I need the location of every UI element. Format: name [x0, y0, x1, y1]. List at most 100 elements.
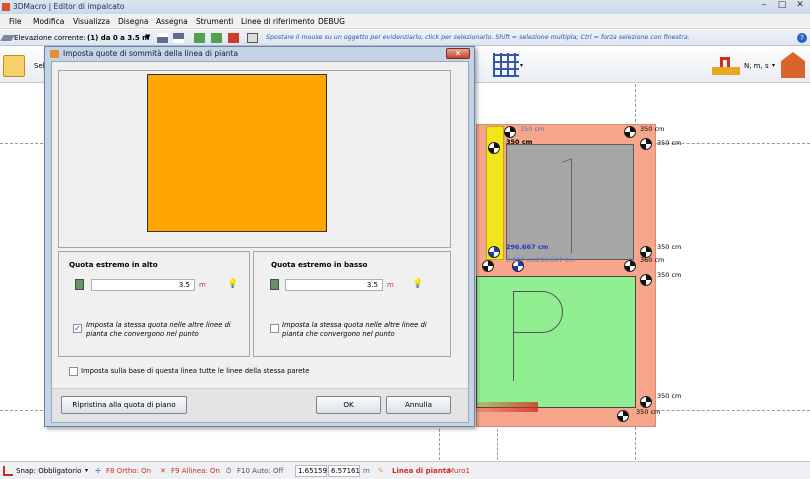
add-level-icon[interactable] — [194, 33, 205, 43]
node-marker[interactable] — [624, 260, 636, 272]
menu-debug[interactable]: DEBUG — [318, 17, 345, 26]
coord-unit: m — [363, 467, 370, 475]
dimension-label: 350 cm — [640, 125, 665, 133]
align-toggle[interactable]: F9 Allinea: On — [171, 467, 220, 475]
select-tool-icon[interactable] — [3, 55, 25, 77]
chevron-down-icon[interactable]: ▼ — [145, 33, 150, 41]
preview-panel — [58, 70, 451, 248]
elevation-select[interactable]: (1) da 0 a 3.5 m — [87, 34, 149, 42]
window-titlebar: 3DMacro | Editor di impalcato ‒ □ ✕ — [0, 0, 810, 14]
bottom-quota-unit: m — [387, 281, 394, 289]
level-up-icon[interactable] — [157, 33, 168, 43]
snap-dropdown-icon[interactable]: ▾ — [85, 467, 88, 474]
direction-arrow — [476, 402, 538, 412]
bottom-same-quota-label: Imposta la stessa quota nelle altre line… — [282, 321, 427, 338]
ok-button[interactable]: OK — [316, 396, 381, 414]
dialog-title: Imposta quote di sommità della linea di … — [63, 49, 239, 58]
insert-level-icon[interactable] — [211, 33, 222, 43]
status-bar: Snap: Obbligatorio ▾ ✛ F8 Ortho: On ✕ F9… — [0, 461, 810, 479]
minimize-button[interactable]: ‒ — [758, 0, 770, 10]
base-all-lines-checkbox[interactable] — [69, 367, 78, 376]
top-quota-title: Quota estremo in alto — [69, 260, 158, 269]
dialog-body: Quota estremo in alto 3.5 m 💡 ✓ Imposta … — [51, 61, 469, 423]
top-same-quota-checkbox[interactable]: ✓ — [73, 324, 82, 333]
grid-icon[interactable] — [493, 53, 519, 77]
menu-modifica[interactable]: Modifica — [33, 17, 64, 26]
level-down-icon[interactable] — [173, 33, 184, 43]
bottom-quota-input[interactable]: 3.5 — [285, 279, 383, 291]
mode-icon: ✎ — [378, 467, 384, 475]
reference-line — [497, 424, 498, 460]
lightbulb-icon[interactable]: 💡 — [227, 279, 238, 289]
dimension-label-selected: 296.667 cm — [536, 256, 575, 264]
menu-file[interactable]: File — [9, 17, 22, 26]
top-quota-panel: Quota estremo in alto 3.5 m 💡 ✓ Imposta … — [58, 251, 250, 357]
lightbulb-icon[interactable]: 💡 — [412, 279, 423, 289]
delete-level-icon[interactable] — [228, 33, 239, 43]
coord-y: 6.57161 — [328, 465, 360, 477]
level-table-icon[interactable] — [247, 33, 258, 43]
maximize-button[interactable]: □ — [776, 0, 788, 10]
dimension-label-bold: 350 cm — [506, 138, 533, 146]
menu-linee-riferimento[interactable]: Linee di riferimento — [241, 17, 315, 26]
node-marker[interactable] — [640, 138, 652, 150]
node-marker[interactable] — [488, 142, 500, 154]
menu-visualizza[interactable]: Visualizza — [73, 17, 110, 26]
close-button[interactable]: ✕ — [794, 0, 806, 10]
dialog-icon — [50, 50, 59, 58]
units-icon[interactable] — [712, 57, 740, 75]
dimension-label: 360 cm — [640, 256, 665, 264]
current-element: Muro1 — [448, 467, 470, 475]
base-all-lines-label: Imposta sulla base di questa linea tutte… — [81, 367, 310, 375]
node-marker[interactable] — [624, 126, 636, 138]
dimension-label: 350 cm — [657, 271, 682, 279]
dialog-close-button[interactable]: ✕ — [446, 48, 470, 59]
status-hint: Spostare il mouse su un oggetto per evid… — [266, 34, 690, 41]
dimension-label: 350 cm — [520, 125, 545, 133]
reset-quota-button[interactable]: Ripristina alla quota di piano — [61, 396, 187, 414]
dimension-label: 350 cm — [657, 243, 682, 251]
cancel-button[interactable]: Annulla — [386, 396, 451, 414]
node-marker[interactable] — [617, 410, 629, 422]
window-title: 3DMacro | Editor di impalcato — [13, 2, 125, 11]
dimension-label: 350 cm — [636, 408, 661, 416]
calculator-icon[interactable] — [75, 279, 84, 290]
units-label[interactable]: N, m, s — [744, 62, 769, 70]
bottom-same-quota-checkbox[interactable] — [270, 324, 279, 333]
coord-x: 1.65159 — [295, 465, 327, 477]
node-marker-selected[interactable] — [488, 246, 500, 258]
dimension-label: 350 cm — [657, 392, 682, 400]
app-icon — [2, 3, 10, 11]
auto-toggle[interactable]: F10 Auto: Off — [237, 467, 283, 475]
dialog-window: Imposta quote di sommità della linea di … — [44, 46, 475, 427]
dimension-label: 350 cm — [657, 139, 682, 147]
top-quota-unit: m — [199, 281, 206, 289]
elevation-label: Elevazione corrente: — [14, 34, 86, 42]
grid-dropdown-icon[interactable]: ▾ — [520, 62, 523, 69]
plane-icon — [0, 35, 15, 41]
help-icon[interactable]: ? — [797, 33, 807, 43]
dimension-label-selected: 296.667 cm — [506, 243, 549, 251]
room-green[interactable] — [476, 276, 636, 408]
bottom-quota-panel: Quota estremo in basso 3.5 m 💡 Imposta l… — [253, 251, 451, 357]
current-mode: Linea di pianta — [392, 467, 451, 475]
line-preview — [147, 74, 327, 232]
building-icon[interactable] — [781, 52, 805, 78]
menu-assegna[interactable]: Assegna — [156, 17, 188, 26]
top-same-quota-label: Imposta la stessa quota nelle altre line… — [86, 321, 231, 338]
ortho-toggle[interactable]: F8 Ortho: On — [106, 467, 151, 475]
elevation-toolbar: Elevazione corrente: (1) da 0 a 3.5 m ▼ … — [0, 30, 810, 46]
bottom-quota-title: Quota estremo in basso — [271, 260, 368, 269]
node-marker[interactable] — [482, 260, 494, 272]
snap-status[interactable]: Snap: Obbligatorio — [16, 467, 81, 475]
node-marker[interactable] — [504, 126, 516, 138]
node-marker[interactable] — [640, 396, 652, 408]
ortho-icon: ✛ — [95, 467, 101, 475]
menu-bar: File Modifica Visualizza Disegna Assegna… — [0, 14, 810, 29]
units-dropdown-icon[interactable]: ▾ — [772, 62, 775, 69]
top-quota-input[interactable]: 3.5 — [91, 279, 195, 291]
node-marker[interactable] — [640, 274, 652, 286]
calculator-icon[interactable] — [270, 279, 279, 290]
menu-disegna[interactable]: Disegna — [118, 17, 149, 26]
menu-strumenti[interactable]: Strumenti — [196, 17, 233, 26]
